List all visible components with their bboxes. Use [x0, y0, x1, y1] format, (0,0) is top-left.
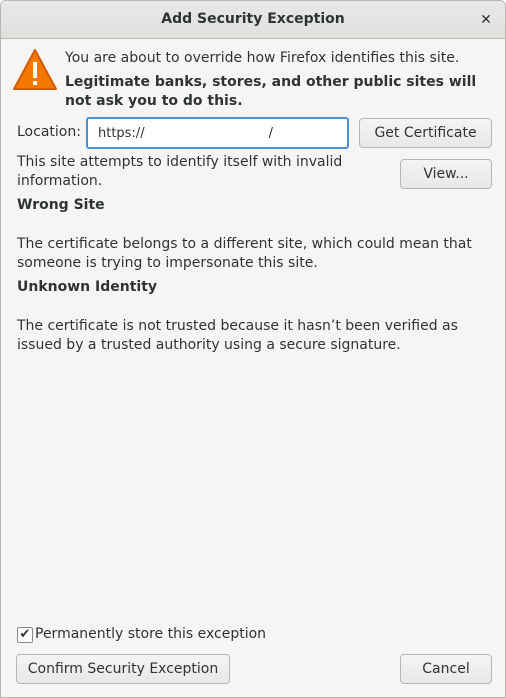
unknown-identity-text: The certificate is not trusted because i… [17, 318, 458, 353]
warning-emphasis: Legitimate banks, stores, and other publ… [65, 74, 477, 109]
cancel-button[interactable]: Cancel [400, 654, 492, 684]
view-certificate-button[interactable]: View... [400, 159, 492, 189]
permanent-exception-checkbox[interactable]: ✔ [17, 627, 33, 643]
location-label: Location: [17, 124, 81, 140]
get-certificate-label: Get Certificate [374, 125, 477, 141]
confirm-label: Confirm Security Exception [27, 661, 219, 677]
wrong-site-text: The certificate belongs to a different s… [17, 236, 472, 271]
close-icon[interactable]: ✕ [475, 9, 497, 31]
permanent-exception-label[interactable]: Permanently store this exception [35, 626, 266, 642]
warning-triangle-icon [13, 49, 57, 90]
location-input[interactable] [86, 117, 349, 149]
wrong-site-heading: Wrong Site [17, 197, 105, 213]
title-bar: Add Security Exception ✕ [1, 1, 505, 39]
dialog-title: Add Security Exception [161, 11, 345, 27]
unknown-identity-heading: Unknown Identity [17, 279, 158, 295]
confirm-security-exception-button[interactable]: Confirm Security Exception [16, 654, 230, 684]
cancel-label: Cancel [422, 661, 470, 677]
add-security-exception-dialog: Add Security Exception ✕ You are about t… [0, 0, 506, 698]
certificate-status-summary: This site attempts to identify itself wi… [17, 154, 343, 189]
warning-message: You are about to override how Firefox id… [65, 50, 460, 66]
get-certificate-button[interactable]: Get Certificate [359, 118, 492, 148]
view-label: View... [423, 166, 469, 182]
